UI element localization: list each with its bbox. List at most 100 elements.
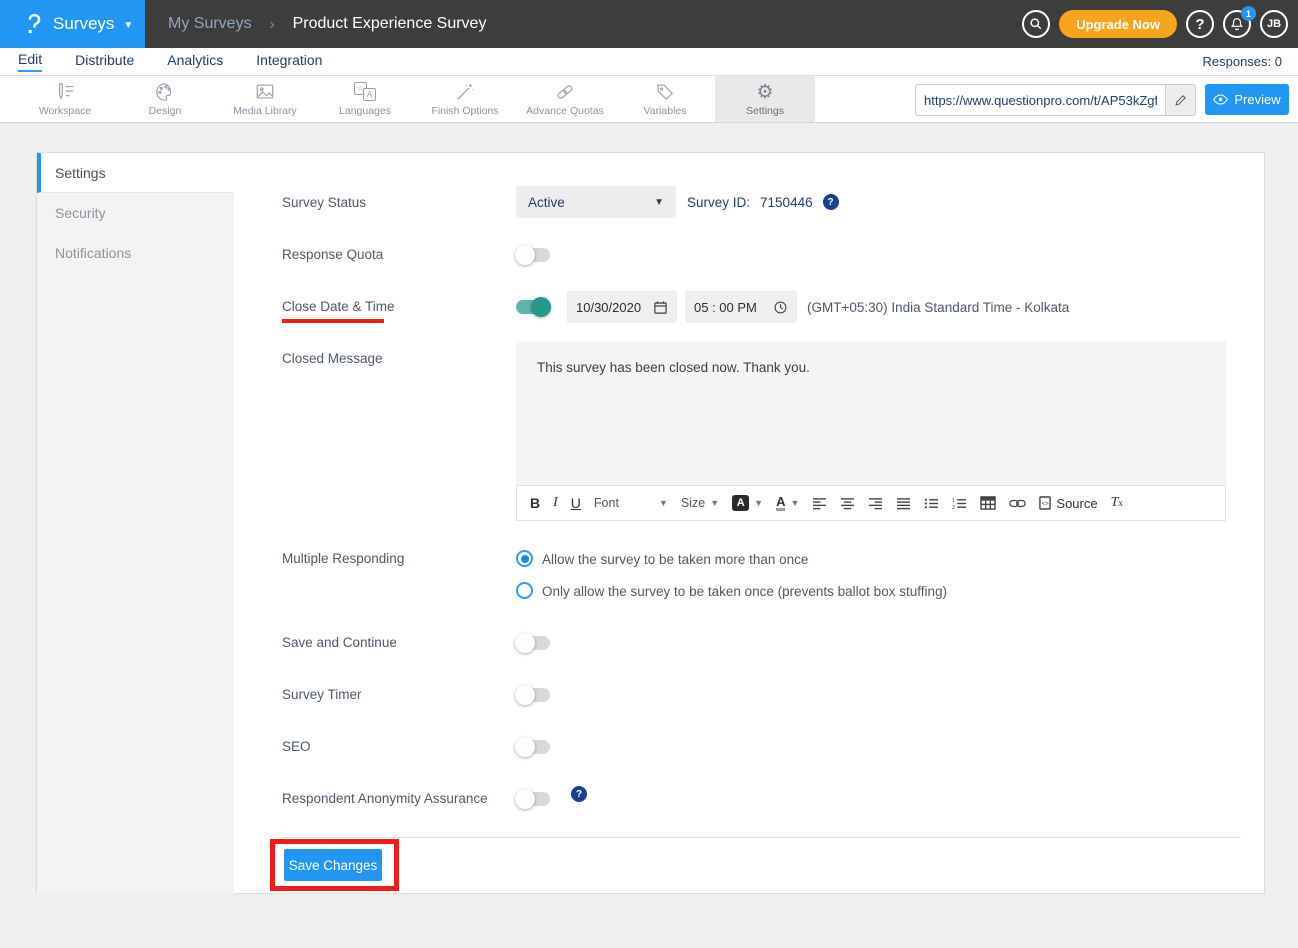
survey-url-field [915, 84, 1196, 116]
textcolor-letter: A [776, 495, 785, 511]
tag-icon [654, 82, 676, 102]
preview-button[interactable]: Preview [1205, 84, 1289, 115]
anonymity-label: Respondent Anonymity Assurance [282, 791, 488, 806]
bold-button[interactable]: B [530, 495, 540, 511]
table-button[interactable] [980, 496, 996, 510]
font-select[interactable]: Font ▼ [594, 496, 668, 510]
remove-format-t: T [1111, 495, 1119, 511]
tab-edit[interactable]: Edit [18, 51, 42, 72]
svg-text:2: 2 [952, 505, 955, 510]
anonymity-toggle[interactable] [516, 792, 550, 806]
richtext-toolbar: B I U Font ▼ Size ▼ A ▼ A ▼ [516, 485, 1226, 521]
clock-icon [773, 300, 788, 315]
red-underline-annotation [282, 319, 384, 323]
chevron-down-icon: ▼ [790, 498, 799, 508]
chevron-down-icon: ▼ [659, 498, 668, 508]
topbar-actions: Upgrade Now ? 1 JB [1022, 0, 1288, 48]
size-select-label: Size [681, 496, 705, 510]
help-button[interactable]: ? [1186, 10, 1214, 38]
workspace-icon [54, 82, 76, 102]
edit-url-button[interactable] [1165, 85, 1195, 115]
bgcolor-letter: A [732, 495, 749, 511]
survey-id-label: Survey ID: [687, 195, 750, 210]
ribbon-item-design[interactable]: Design [115, 76, 215, 122]
save-changes-button[interactable]: Save Changes [284, 849, 382, 881]
notification-badge: 1 [1241, 6, 1256, 21]
chevron-down-icon: ▼ [123, 20, 133, 31]
primary-nav: Edit Distribute Analytics Integration Re… [0, 48, 1298, 76]
upgrade-now-button[interactable]: Upgrade Now [1059, 10, 1177, 38]
gear-icon: ⚙ [756, 82, 773, 102]
preview-label: Preview [1234, 92, 1280, 107]
response-quota-toggle[interactable] [516, 248, 550, 262]
close-date-value: 10/30/2020 [576, 300, 641, 315]
avatar[interactable]: JB [1260, 10, 1288, 38]
bullet-list-button[interactable] [924, 497, 939, 510]
close-time-value: 05 : 00 PM [694, 300, 757, 315]
survey-id-help-icon[interactable]: ? [823, 194, 839, 210]
tab-analytics[interactable]: Analytics [167, 52, 223, 71]
ribbon-item-variables[interactable]: Variables [615, 76, 715, 122]
settings-sidebar: Security Notifications [37, 193, 234, 894]
product-switcher[interactable]: Surveys ▼ [0, 0, 145, 48]
survey-status-select[interactable]: Active ▼ [516, 186, 676, 218]
size-select[interactable]: Size ▼ [681, 496, 719, 510]
font-select-label: Font [594, 496, 654, 510]
save-and-continue-label: Save and Continue [282, 635, 397, 650]
eye-icon [1213, 94, 1228, 105]
numbered-list-button[interactable]: 12 [952, 497, 967, 510]
radio-once-only[interactable] [516, 582, 533, 599]
save-and-continue-toggle[interactable] [516, 636, 550, 650]
underline-button[interactable]: U [571, 495, 581, 511]
justify-button[interactable] [896, 497, 911, 510]
survey-url-input[interactable] [916, 85, 1165, 115]
anonymity-help-icon[interactable]: ? [571, 786, 587, 802]
radio-multiple-allowed-label: Allow the survey to be taken more than o… [542, 552, 808, 567]
notifications-button[interactable]: 1 [1223, 10, 1251, 38]
seo-label: SEO [282, 739, 311, 754]
closed-message-label: Closed Message [282, 351, 383, 366]
align-center-button[interactable] [840, 497, 855, 510]
italic-button[interactable]: I [553, 495, 558, 511]
toggle-knob [515, 789, 535, 809]
align-left-button[interactable] [812, 497, 827, 510]
source-button[interactable]: <> Source [1039, 496, 1097, 511]
breadcrumb-my-surveys[interactable]: My Surveys [168, 15, 252, 33]
ribbon-item-settings[interactable]: ⚙ Settings [715, 76, 815, 122]
close-date-toggle[interactable] [516, 300, 550, 314]
radio-multiple-allowed[interactable] [516, 550, 533, 567]
link-icon[interactable] [1009, 498, 1026, 509]
tab-integration[interactable]: Integration [256, 52, 322, 71]
search-button[interactable] [1022, 10, 1050, 38]
toggle-knob [515, 737, 535, 757]
seo-toggle[interactable] [516, 740, 550, 754]
timezone-text: (GMT+05:30) India Standard Time - Kolkat… [807, 291, 1069, 323]
ribbon-item-languages[interactable]: ☆ A Languages [315, 76, 415, 122]
align-right-button[interactable] [868, 497, 883, 510]
ribbon-item-advance-quotas[interactable]: Advance Quotas [515, 76, 615, 122]
ribbon-label: Finish Options [431, 105, 498, 117]
ribbon-item-media-library[interactable]: Media Library [215, 76, 315, 122]
close-time-input[interactable]: 05 : 00 PM [685, 291, 797, 323]
textcolor-button[interactable]: A ▼ [776, 495, 799, 511]
bgcolor-button[interactable]: A ▼ [732, 495, 763, 511]
close-date-input[interactable]: 10/30/2020 [567, 291, 677, 323]
sidebar-item-notifications[interactable]: Notifications [37, 233, 234, 273]
survey-timer-toggle[interactable] [516, 688, 550, 702]
sidebar-item-security[interactable]: Security [37, 193, 234, 233]
translate-icon: ☆ A [353, 82, 377, 102]
tab-distribute[interactable]: Distribute [75, 52, 134, 71]
ribbon-item-finish-options[interactable]: Finish Options [415, 76, 515, 122]
closed-message-textarea[interactable]: This survey has been closed now. Thank y… [516, 341, 1226, 485]
product-name: Surveys [53, 14, 114, 34]
pencil-icon [1174, 93, 1188, 107]
remove-format-button[interactable]: Tx [1111, 495, 1123, 511]
chevron-down-icon: ▼ [754, 498, 763, 508]
ribbon-label: Media Library [233, 105, 297, 117]
svg-text:1: 1 [952, 497, 955, 503]
source-label: Source [1056, 496, 1097, 511]
sidebar-item-settings[interactable]: Settings [37, 153, 234, 193]
chevron-down-icon: ▼ [654, 197, 664, 208]
top-bar: Surveys ▼ My Surveys › Product Experienc… [0, 0, 1298, 48]
ribbon-item-workspace[interactable]: Workspace [15, 76, 115, 122]
